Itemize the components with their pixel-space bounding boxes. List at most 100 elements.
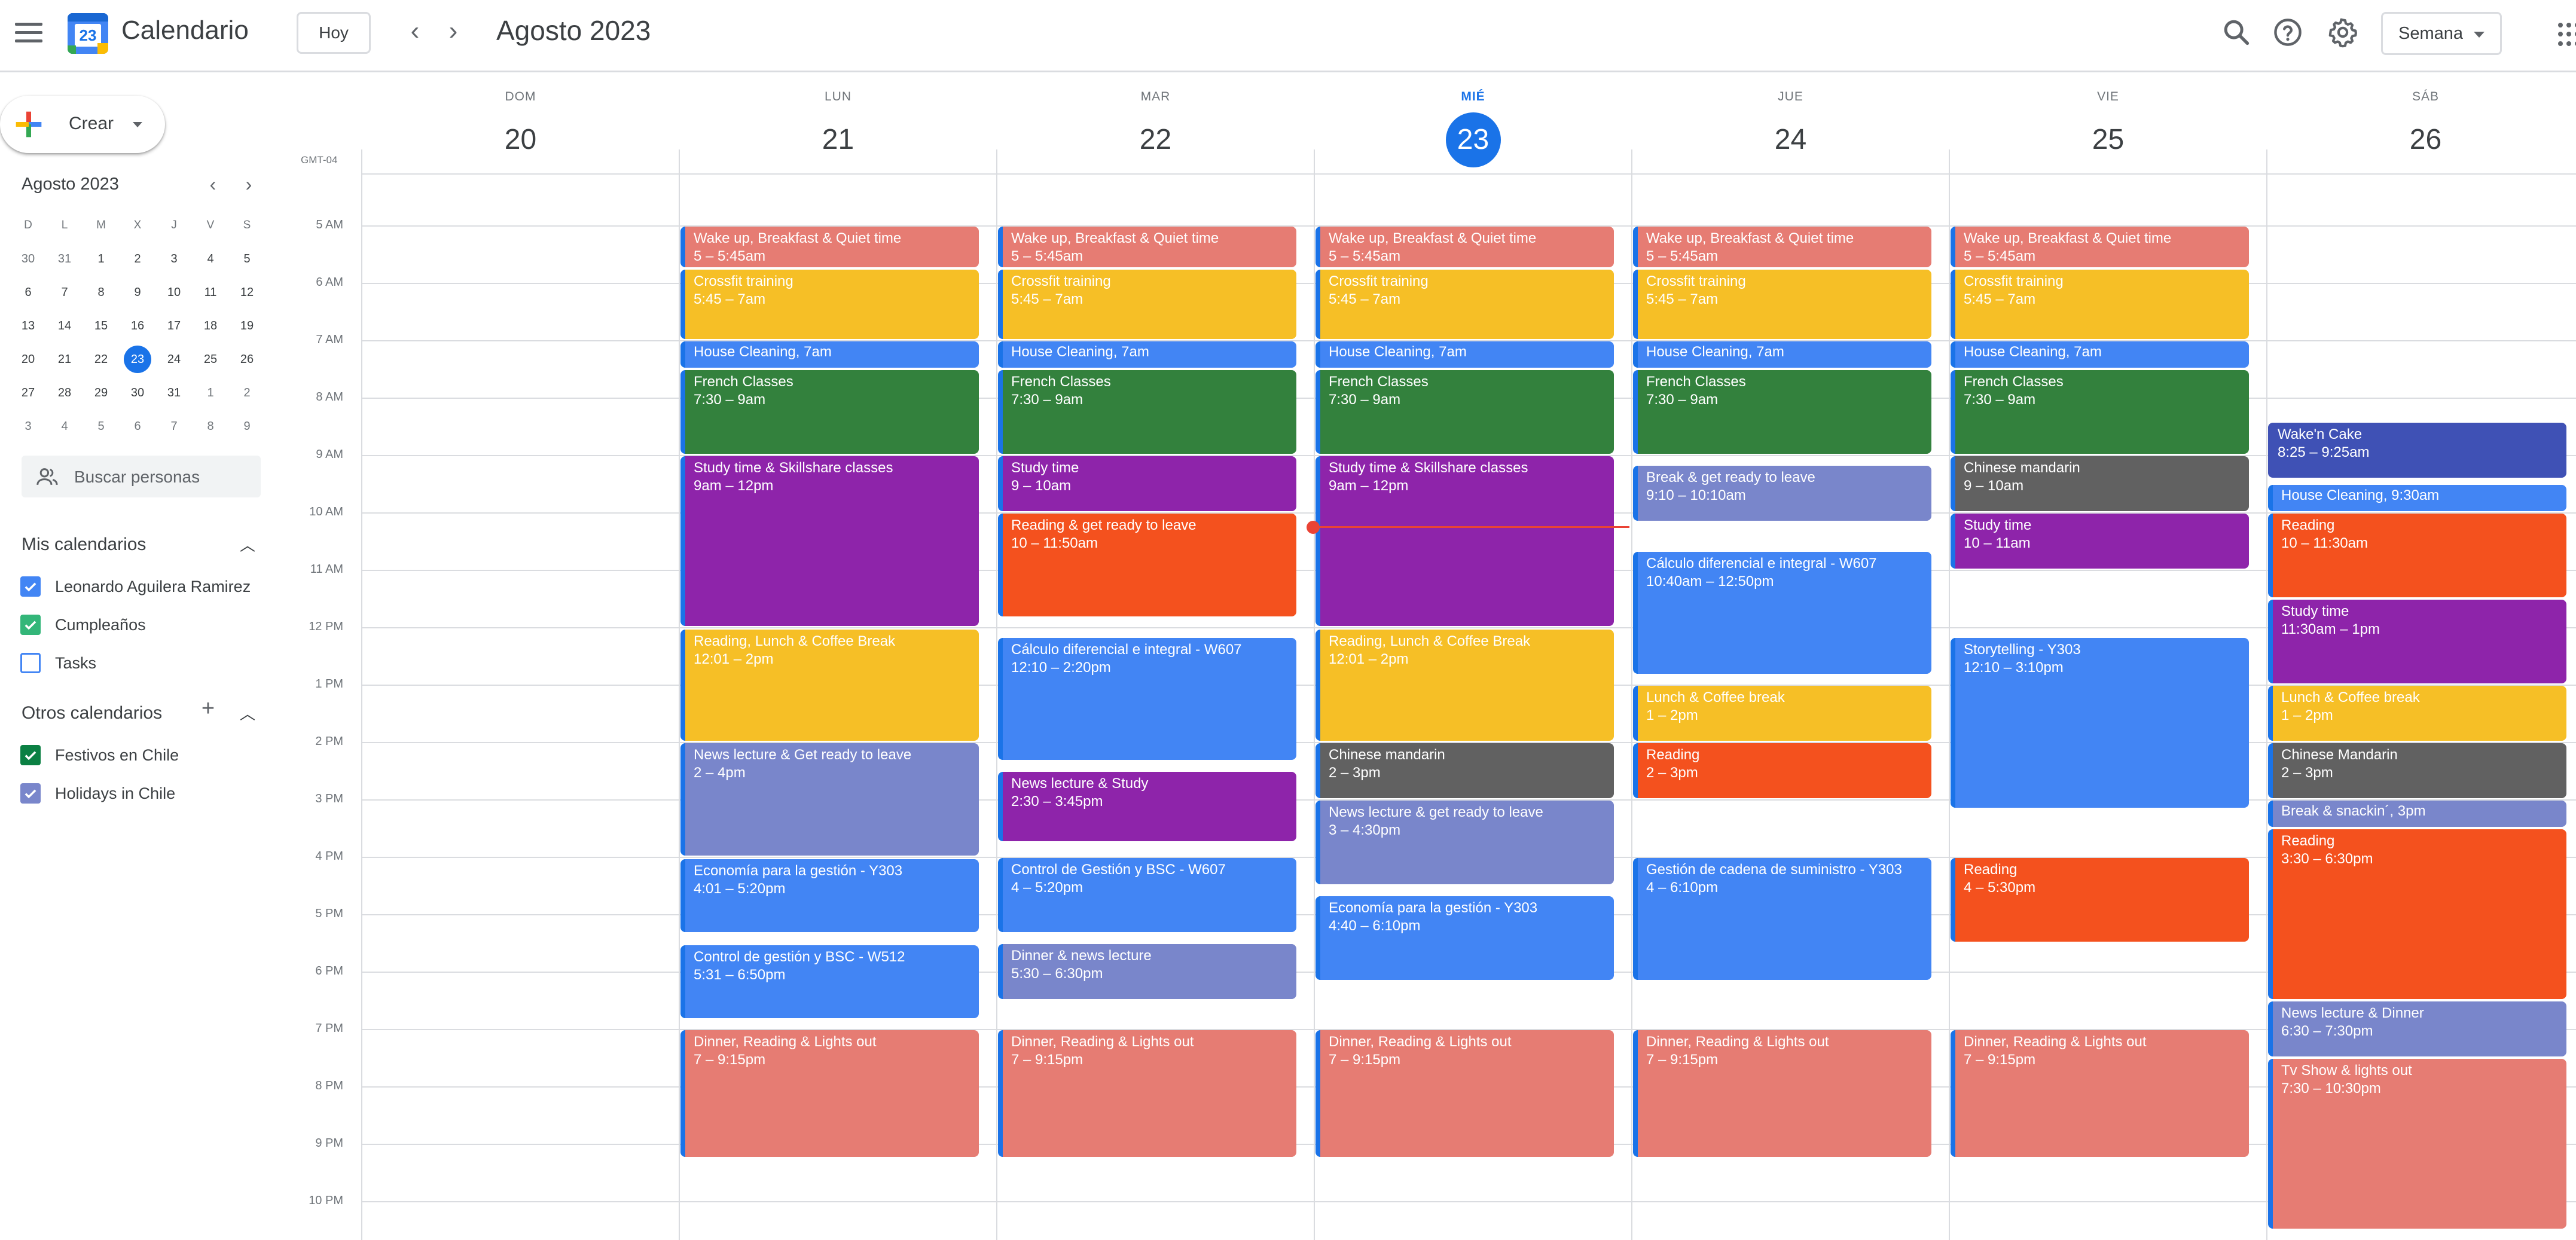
calendar-event[interactable]: Crossfit training 5:45 – 7am [680, 270, 979, 339]
calendar-event[interactable]: Wake'n Cake 8:25 – 9:25am [2268, 423, 2566, 478]
calendar-event[interactable]: Study time & Skillshare classes 9am – 12p… [1316, 456, 1614, 626]
mini-day-today[interactable]: 23 [120, 344, 155, 374]
mini-chevron-left-icon[interactable]: ‹ [202, 173, 224, 196]
add-calendar-icon[interactable]: + [195, 696, 221, 722]
calendar-event[interactable]: Dinner, Reading & Lights out 7 – 9:15pm [680, 1030, 979, 1157]
calendar-event[interactable]: House Cleaning, 7am [680, 341, 979, 368]
mini-day[interactable]: 2 [120, 244, 155, 274]
day-number-today[interactable]: 23 [1445, 112, 1501, 167]
calendar-event[interactable]: Reading 4 – 5:30pm [1951, 858, 2249, 942]
mini-day[interactable]: 4 [193, 244, 228, 274]
checkbox-unchecked-icon[interactable] [20, 653, 41, 673]
mini-day[interactable]: 8 [84, 277, 118, 307]
mini-day[interactable]: 15 [84, 311, 118, 341]
mini-day[interactable]: 5 [84, 411, 118, 441]
calendar-event[interactable]: Dinner, Reading & Lights out 7 – 9:15pm [1316, 1030, 1614, 1157]
checkbox-checked-icon[interactable] [20, 615, 41, 635]
calendar-event[interactable]: Crossfit training 5:45 – 7am [1951, 270, 2249, 339]
mini-day[interactable]: 16 [120, 311, 155, 341]
apps-grid-icon[interactable] [2558, 23, 2576, 47]
calendar-event[interactable]: Lunch & Coffee break 1 – 2pm [2268, 686, 2566, 741]
mini-day[interactable]: 11 [193, 277, 228, 307]
mini-day[interactable]: 24 [157, 344, 191, 374]
calendar-event[interactable]: French Classes 7:30 – 9am [680, 370, 979, 454]
mini-day[interactable]: 13 [11, 311, 45, 341]
calendar-event[interactable]: Break & get ready to leave 9:10 – 10:10am [1633, 466, 1931, 521]
calendar-event[interactable]: Gestión de cadena de suministro - Y303 4 … [1633, 858, 1931, 980]
checkbox-checked-icon[interactable] [20, 783, 41, 804]
calendar-event[interactable]: House Cleaning, 7am [1951, 341, 2249, 368]
mini-day[interactable]: 30 [120, 378, 155, 408]
mini-day[interactable]: 21 [47, 344, 82, 374]
calendar-event[interactable]: Cálculo diferencial e integral - W607 10:… [1633, 552, 1931, 674]
checkbox-checked-icon[interactable] [20, 745, 41, 765]
mini-day[interactable]: 1 [84, 244, 118, 274]
calendar-event[interactable]: Reading 10 – 11:30am [2268, 514, 2566, 597]
calendar-event[interactable]: Economía para la gestión - Y303 4:01 – 5:… [680, 859, 979, 932]
day-number[interactable]: 20 [493, 112, 548, 167]
calendar-event[interactable]: French Classes 7:30 – 9am [1951, 370, 2249, 454]
mini-day[interactable]: 6 [120, 411, 155, 441]
mini-day[interactable]: 18 [193, 311, 228, 341]
mini-day[interactable]: 5 [230, 244, 264, 274]
menu-icon[interactable] [15, 23, 42, 43]
app-title[interactable]: Calendario [121, 16, 249, 45]
mini-day[interactable]: 25 [193, 344, 228, 374]
view-selector[interactable]: Semana [2381, 12, 2502, 55]
mini-day[interactable]: 7 [157, 411, 191, 441]
mini-day[interactable]: 20 [11, 344, 45, 374]
mini-day[interactable]: 26 [230, 344, 264, 374]
calendar-event[interactable]: Wake up, Breakfast & Quiet time 5 – 5:45a… [680, 227, 979, 267]
calendar-event[interactable]: Dinner, Reading & Lights out 7 – 9:15pm [998, 1030, 1296, 1157]
calendar-logo-icon[interactable]: 23 [68, 13, 108, 54]
calendar-event[interactable]: Break & snackin´, 3pm [2268, 801, 2566, 827]
calendar-event[interactable]: Crossfit training 5:45 – 7am [1316, 270, 1614, 339]
mini-day[interactable]: 14 [47, 311, 82, 341]
mini-day[interactable]: 3 [11, 411, 45, 441]
chevron-right-icon[interactable]: › [437, 16, 470, 49]
mini-day[interactable]: 9 [230, 411, 264, 441]
mini-day[interactable]: 29 [84, 378, 118, 408]
settings-icon[interactable] [2327, 17, 2358, 48]
calendar-event[interactable]: News lecture & Get ready to leave 2 – 4pm [680, 743, 979, 856]
day-number[interactable]: 24 [1763, 112, 1818, 167]
today-button[interactable]: Hoy [297, 12, 371, 54]
calendar-event[interactable]: Crossfit training 5:45 – 7am [1633, 270, 1931, 339]
mini-day[interactable]: 22 [84, 344, 118, 374]
calendar-event[interactable]: Reading, Lunch & Coffee Break 12:01 – 2pm [680, 629, 979, 741]
calendar-event[interactable]: Storytelling - Y303 12:10 – 3:10pm [1951, 638, 2249, 808]
chevron-up-icon[interactable]: ︿ [236, 702, 260, 724]
calendar-event[interactable]: Wake up, Breakfast & Quiet time 5 – 5:45a… [1316, 227, 1614, 267]
calendar-event[interactable]: House Cleaning, 9:30am [2268, 485, 2566, 511]
calendar-event[interactable]: Chinese mandarin 2 – 3pm [1316, 743, 1614, 798]
calendar-event[interactable]: Lunch & Coffee break 1 – 2pm [1633, 686, 1931, 741]
mini-day[interactable]: 1 [193, 378, 228, 408]
mini-day[interactable]: 19 [230, 311, 264, 341]
calendar-event[interactable]: Crossfit training 5:45 – 7am [998, 270, 1296, 339]
calendar-event[interactable]: Study time 11:30am – 1pm [2268, 600, 2566, 683]
mini-day[interactable]: 9 [120, 277, 155, 307]
day-number[interactable]: 26 [2398, 112, 2453, 167]
mini-day[interactable]: 28 [47, 378, 82, 408]
calendar-event[interactable]: Control de gestión y BSC - W512 5:31 – 6:… [680, 945, 979, 1018]
calendar-event[interactable]: French Classes 7:30 – 9am [1633, 370, 1931, 454]
calendar-event[interactable]: News lecture & Dinner 6:30 – 7:30pm [2268, 1001, 2566, 1056]
mini-day[interactable]: 27 [11, 378, 45, 408]
calendar-event[interactable]: Control de Gestión y BSC - W607 4 – 5:20p… [998, 858, 1296, 932]
calendar-event[interactable]: French Classes 7:30 – 9am [998, 370, 1296, 454]
day-number[interactable]: 25 [2081, 112, 2136, 167]
search-icon[interactable] [2221, 17, 2252, 48]
mini-day[interactable]: 8 [193, 411, 228, 441]
my-calendars-title[interactable]: Mis calendarios [22, 535, 146, 555]
mini-day[interactable]: 6 [11, 277, 45, 307]
calendar-event[interactable]: Chinese Mandarin 2 – 3pm [2268, 743, 2566, 798]
mini-day[interactable]: 17 [157, 311, 191, 341]
calendar-event[interactable]: Reading & get ready to leave 10 – 11:50am [998, 514, 1296, 616]
calendar-event[interactable]: News lecture & get ready to leave 3 – 4:3… [1316, 801, 1614, 884]
mini-day[interactable]: 7 [47, 277, 82, 307]
create-button[interactable]: Crear [0, 96, 165, 153]
chevron-left-icon[interactable]: ‹ [398, 16, 432, 49]
mini-day[interactable]: 4 [47, 411, 82, 441]
calendar-event[interactable]: Wake up, Breakfast & Quiet time 5 – 5:45a… [1951, 227, 2249, 267]
calendar-event[interactable]: Wake up, Breakfast & Quiet time 5 – 5:45a… [1633, 227, 1931, 267]
